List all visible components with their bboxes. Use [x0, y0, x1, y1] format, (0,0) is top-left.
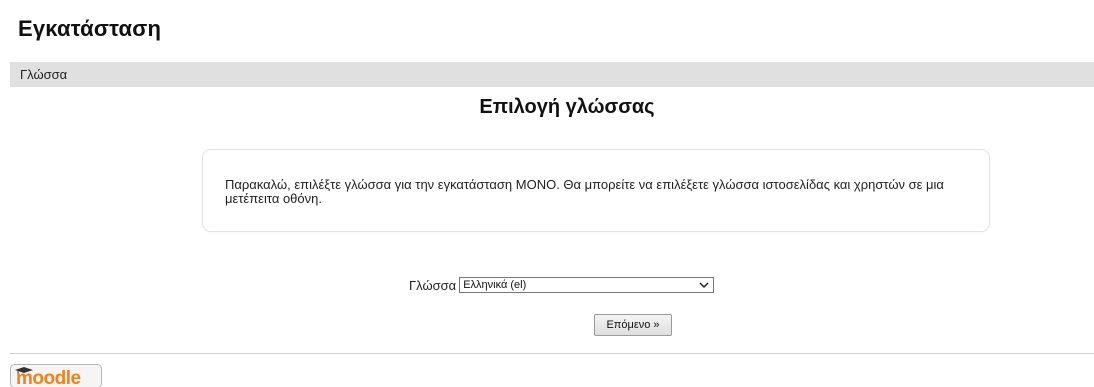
moodle-logo[interactable]: moodle [10, 364, 102, 387]
section-heading: Επιλογή γλώσσας [479, 96, 655, 118]
page-title: Εγκατάσταση [18, 16, 162, 41]
breadcrumb: Γλώσσα [20, 67, 68, 82]
next-button[interactable]: Επόμενο » [594, 314, 672, 336]
install-page: Εγκατάσταση Γλώσσα Επιλογή γλώσσας Παρακ… [0, 0, 1094, 387]
language-label: Γλώσσα [409, 277, 457, 293]
language-row: Γλώσσα Ελληνικά (el) [409, 276, 715, 294]
svg-text:moodle: moodle [16, 368, 81, 387]
language-select-value: Ελληνικά (el) [463, 279, 527, 291]
info-box: Παρακαλώ, επιλέξτε γλώσσα για την εγκατά… [202, 149, 990, 232]
chevron-down-icon [699, 282, 709, 289]
info-text: Παρακαλώ, επιλέξτε γλώσσα για την εγκατά… [225, 177, 944, 206]
language-select[interactable]: Ελληνικά (el) [459, 277, 715, 293]
footer-divider [10, 353, 1094, 354]
navbar: Γλώσσα [10, 62, 1094, 87]
